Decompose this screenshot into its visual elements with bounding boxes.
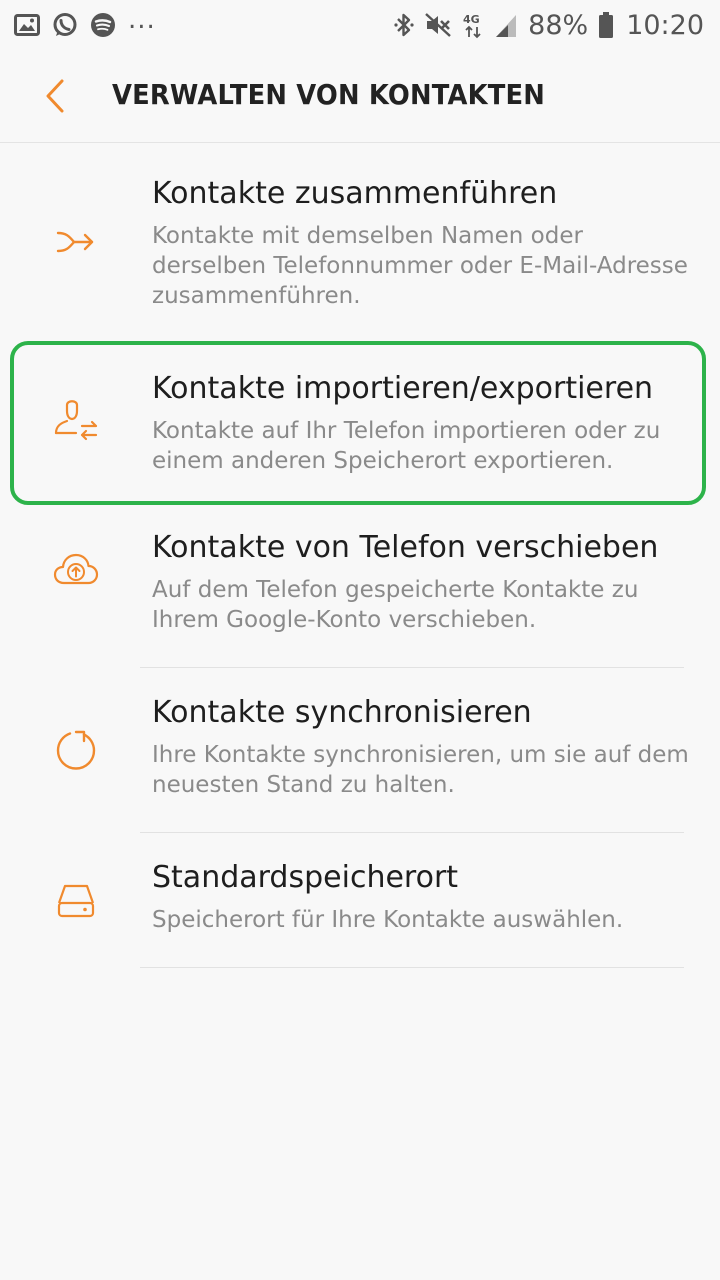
import-export-icon (50, 393, 102, 445)
storage-icon (50, 875, 102, 927)
item-title: Standardspeicherort (152, 860, 459, 895)
whatsapp-icon (52, 12, 78, 38)
list-item-sync-contacts[interactable]: Kontakte synchronisieren Ihre Kontakte s… (0, 668, 720, 833)
gallery-icon (14, 13, 40, 37)
sync-icon (50, 724, 102, 776)
item-title: Kontakte synchronisieren (152, 695, 532, 730)
notification-icons: ... (14, 5, 156, 40)
back-button[interactable] (30, 70, 80, 126)
app-bar: VERWALTEN VON KONTAKTEN (0, 50, 720, 143)
network-4g-icon: 4G (462, 11, 484, 39)
divider (140, 967, 684, 968)
battery-icon (598, 11, 614, 39)
spotify-icon (90, 12, 116, 38)
status-bar: ... 4G 88% 10:20 (0, 0, 720, 50)
mute-icon (424, 12, 452, 38)
item-title: Kontakte zusammenführen (152, 176, 558, 211)
system-icons: 4G 88% 10:20 (394, 8, 704, 42)
list-item-move-from-phone[interactable]: Kontakte von Telefon verschieben Auf dem… (0, 503, 720, 668)
merge-icon (50, 216, 102, 268)
list-item-import-export[interactable]: Kontakte importieren/exportieren Kontakt… (0, 321, 720, 503)
item-description: Speicherort für Ihre Kontakte auswählen. (152, 907, 624, 933)
item-title: Kontakte von Telefon verschieben (152, 530, 659, 565)
item-title: Kontakte importieren/exportieren (152, 371, 654, 406)
page-title: VERWALTEN VON KONTAKTEN (112, 78, 546, 111)
network-type-label: 4G (463, 13, 480, 26)
more-notifications-indicator: ... (128, 5, 156, 35)
battery-percentage: 88% (528, 9, 589, 41)
list-item-default-storage[interactable]: Standardspeicherort Speicherort für Ihre… (0, 833, 720, 968)
settings-list: Kontakte zusammenführen Kontakte mit dem… (0, 143, 720, 968)
list-item-merge-contacts[interactable]: Kontakte zusammenführen Kontakte mit dem… (0, 143, 720, 321)
bluetooth-icon (394, 12, 414, 38)
item-description: Auf dem Telefon gespeicherte Kontakte zu… (152, 577, 639, 633)
back-arrow-icon (42, 78, 68, 118)
signal-icon (494, 12, 518, 38)
cloud-upload-icon (50, 543, 102, 595)
clock: 10:20 (626, 9, 704, 41)
item-description: Ihre Kontakte synchronisieren, um sie au… (152, 742, 689, 798)
item-description: Kontakte auf Ihr Telefon importieren ode… (152, 418, 661, 474)
item-description: Kontakte mit demselben Namen oder dersel… (152, 223, 688, 309)
